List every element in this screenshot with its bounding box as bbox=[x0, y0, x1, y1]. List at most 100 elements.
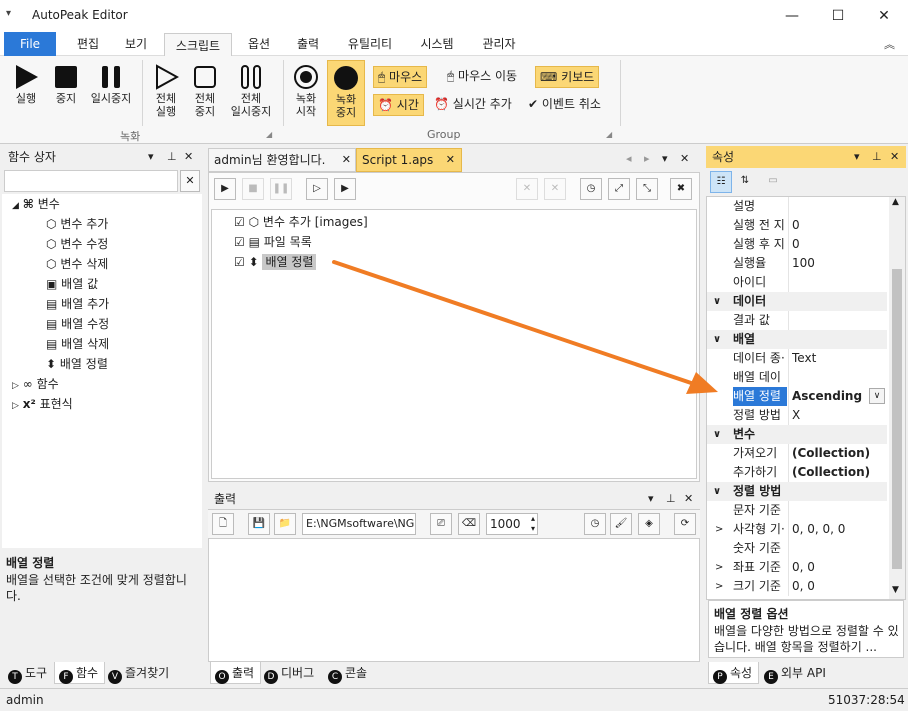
function-search-input[interactable] bbox=[4, 170, 178, 192]
stepper-arrows-icon[interactable]: ▴ ▾ bbox=[531, 514, 535, 534]
property-row[interactable]: > 사각형 기· 0, 0, 0, 0 bbox=[707, 520, 887, 539]
category-collapse-icon[interactable]: ∨ bbox=[713, 292, 721, 311]
tab-view[interactable]: 보기 bbox=[114, 32, 158, 56]
scroll-down-icon[interactable]: ▼ bbox=[892, 585, 899, 595]
tab-console[interactable]: C 콘솔 bbox=[324, 662, 373, 684]
close-panel-icon[interactable]: ✕ bbox=[684, 488, 693, 510]
scroll-up-icon[interactable]: ▲ bbox=[892, 197, 899, 207]
tab-favorites[interactable]: V 즐겨찾기 bbox=[104, 662, 175, 684]
tab-debug[interactable]: D 디버그 bbox=[260, 662, 320, 684]
log-path-input[interactable]: E:\NGMsoftware\NG bbox=[302, 513, 416, 535]
refresh-button[interactable]: ⟳ bbox=[674, 513, 696, 535]
pause-all-button[interactable]: 전체 일시중지 bbox=[226, 64, 276, 118]
expand-arrow-icon[interactable]: ▷ bbox=[12, 401, 19, 411]
tab-file[interactable]: File bbox=[4, 32, 56, 56]
editor-disabled-button[interactable]: ✕ bbox=[544, 178, 566, 200]
tree-item-arr-edit[interactable]: ▤ 배열 수정 bbox=[46, 314, 109, 334]
property-row[interactable]: 실행율 100 bbox=[707, 254, 887, 273]
dropdown-icon[interactable]: ▾ bbox=[648, 488, 654, 510]
property-row[interactable]: > 크기 기준 0, 0 bbox=[707, 577, 887, 596]
property-row[interactable]: 정렬 방법 X bbox=[707, 406, 887, 425]
checkbox-checked-icon[interactable]: ☑ bbox=[234, 215, 245, 229]
property-category[interactable]: ∨ 정렬 방법 bbox=[707, 482, 887, 501]
category-collapse-icon[interactable]: ∨ bbox=[713, 425, 721, 444]
property-value[interactable]: (Collection) bbox=[792, 444, 887, 463]
dropdown-icon[interactable]: ▾ bbox=[148, 146, 154, 168]
time-toggle[interactable]: ⏰ 시간 bbox=[373, 94, 424, 116]
tree-item-arr-delete[interactable]: ▤ 배열 삭제 bbox=[46, 334, 109, 354]
open-folder-button[interactable]: 📁 bbox=[274, 513, 296, 535]
checkbox-checked-icon[interactable]: ☑ bbox=[234, 255, 245, 269]
timestamp-button[interactable]: ◷ bbox=[584, 513, 606, 535]
close-panel-icon[interactable]: ✕ bbox=[184, 146, 193, 168]
property-value[interactable]: X bbox=[792, 406, 887, 425]
realtime-add-toggle[interactable]: ⏰ 실시간 추가 bbox=[430, 94, 516, 116]
property-row[interactable]: > 좌표 기준 0, 0 bbox=[707, 558, 887, 577]
property-value[interactable]: Text bbox=[792, 349, 887, 368]
tab-edit[interactable]: 편집 bbox=[66, 32, 110, 56]
property-value[interactable]: 100 bbox=[792, 254, 887, 273]
tab-system[interactable]: 시스템 bbox=[410, 32, 464, 56]
tab-output[interactable]: 출력 bbox=[286, 32, 330, 56]
dropdown-icon[interactable]: ▾ bbox=[854, 146, 860, 168]
run-button[interactable]: 실행 bbox=[8, 64, 44, 105]
editor-expand-button[interactable]: ⤢ bbox=[608, 178, 630, 200]
tree-item-arr-add[interactable]: ▤ 배열 추가 bbox=[46, 294, 109, 314]
categorized-view-button[interactable]: ☷ bbox=[710, 171, 732, 193]
eraser-button[interactable]: ⌫ bbox=[458, 513, 480, 535]
property-row[interactable]: 숫자 기준 bbox=[707, 539, 887, 558]
property-category[interactable]: ∨ 데이터 bbox=[707, 292, 887, 311]
close-document-icon[interactable]: ✕ bbox=[680, 152, 689, 165]
record-start-button[interactable]: 녹화 시작 bbox=[288, 64, 324, 118]
tree-item-var-delete[interactable]: ⬡ 변수 삭제 bbox=[46, 254, 108, 274]
expand-property-icon[interactable]: > bbox=[715, 520, 723, 539]
stop-button[interactable]: 중지 bbox=[48, 64, 84, 105]
system-menu-icon[interactable]: ▾ bbox=[6, 8, 11, 19]
property-row[interactable]: 실행 후 지 0 bbox=[707, 235, 887, 254]
editor-stop-button[interactable]: ■ bbox=[242, 178, 264, 200]
script-item[interactable]: ☑ ⬡ 변수 추가 [images] bbox=[234, 212, 368, 232]
collapse-ribbon-icon[interactable]: ︽ bbox=[884, 36, 895, 52]
property-row[interactable]: 문자 기준 bbox=[707, 501, 887, 520]
new-log-button[interactable]: 🗋 bbox=[212, 513, 234, 535]
script-item[interactable]: ☑ ▤ 파일 목록 bbox=[234, 232, 312, 252]
tree-item-var-edit[interactable]: ⬡ 변수 수정 bbox=[46, 234, 108, 254]
editor-run-from-button[interactable]: ▶ bbox=[334, 178, 356, 200]
property-row[interactable]: 추가하기 (Collection) bbox=[707, 463, 887, 482]
pause-button[interactable]: 일시중지 bbox=[86, 64, 136, 105]
vertical-scrollbar[interactable]: ▲ ▼ bbox=[889, 197, 905, 599]
run-all-button[interactable]: 전체 실행 bbox=[148, 64, 184, 118]
minimize-button[interactable]: — bbox=[769, 0, 815, 32]
close-tab-icon[interactable]: ✕ bbox=[342, 149, 351, 171]
tree-node-functions[interactable]: ▷ ∞ 함수 bbox=[12, 374, 59, 394]
collapse-arrow-icon[interactable]: ◢ bbox=[12, 201, 19, 211]
property-row[interactable]: 배열 데이 bbox=[707, 368, 887, 387]
pin-icon[interactable]: ⊥ bbox=[167, 146, 177, 168]
event-cancel-toggle[interactable]: ✔ 이벤트 취소 bbox=[524, 94, 605, 116]
editor-pause-button[interactable]: ❚❚ bbox=[270, 178, 292, 200]
expand-property-icon[interactable]: > bbox=[715, 558, 723, 577]
property-category[interactable]: ∨ 배열 bbox=[707, 330, 887, 349]
property-row[interactable]: 실행 전 지 0 bbox=[707, 216, 887, 235]
property-value[interactable]: 0, 0 bbox=[792, 577, 887, 596]
tab-admin[interactable]: 관리자 bbox=[472, 32, 526, 56]
scroll-left-icon[interactable]: ◂ bbox=[626, 152, 632, 165]
close-button[interactable]: ✕ bbox=[861, 0, 907, 32]
tab-properties[interactable]: P 속성 bbox=[708, 662, 760, 684]
mouse-toggle[interactable]: 🖱 마우스 bbox=[373, 66, 428, 88]
property-row[interactable]: 배열 정렬 Ascending ∨ bbox=[707, 387, 887, 406]
script-item-selected[interactable]: ☑ ⬍ 배열 정렬 bbox=[234, 252, 317, 272]
editor-run-button[interactable]: ▶ bbox=[214, 178, 236, 200]
editor-collapse-button[interactable]: ⤡ bbox=[636, 178, 658, 200]
tab-utility[interactable]: 유틸리티 bbox=[338, 32, 402, 56]
record-stop-button[interactable]: 녹화 중지 bbox=[327, 60, 365, 126]
category-collapse-icon[interactable]: ∨ bbox=[713, 330, 721, 349]
tab-options[interactable]: 옵션 bbox=[238, 32, 280, 56]
sort-az-button[interactable]: ⇅ bbox=[734, 171, 756, 193]
close-panel-icon[interactable]: ✕ bbox=[890, 146, 899, 168]
tab-script[interactable]: 스크립트 bbox=[164, 33, 232, 57]
tab-list-icon[interactable]: ▾ bbox=[662, 152, 668, 165]
maximize-button[interactable]: ☐ bbox=[815, 0, 861, 32]
tree-item-var-add[interactable]: ⬡ 변수 추가 bbox=[46, 214, 108, 234]
search-clear-button[interactable]: ✕ bbox=[180, 170, 200, 192]
